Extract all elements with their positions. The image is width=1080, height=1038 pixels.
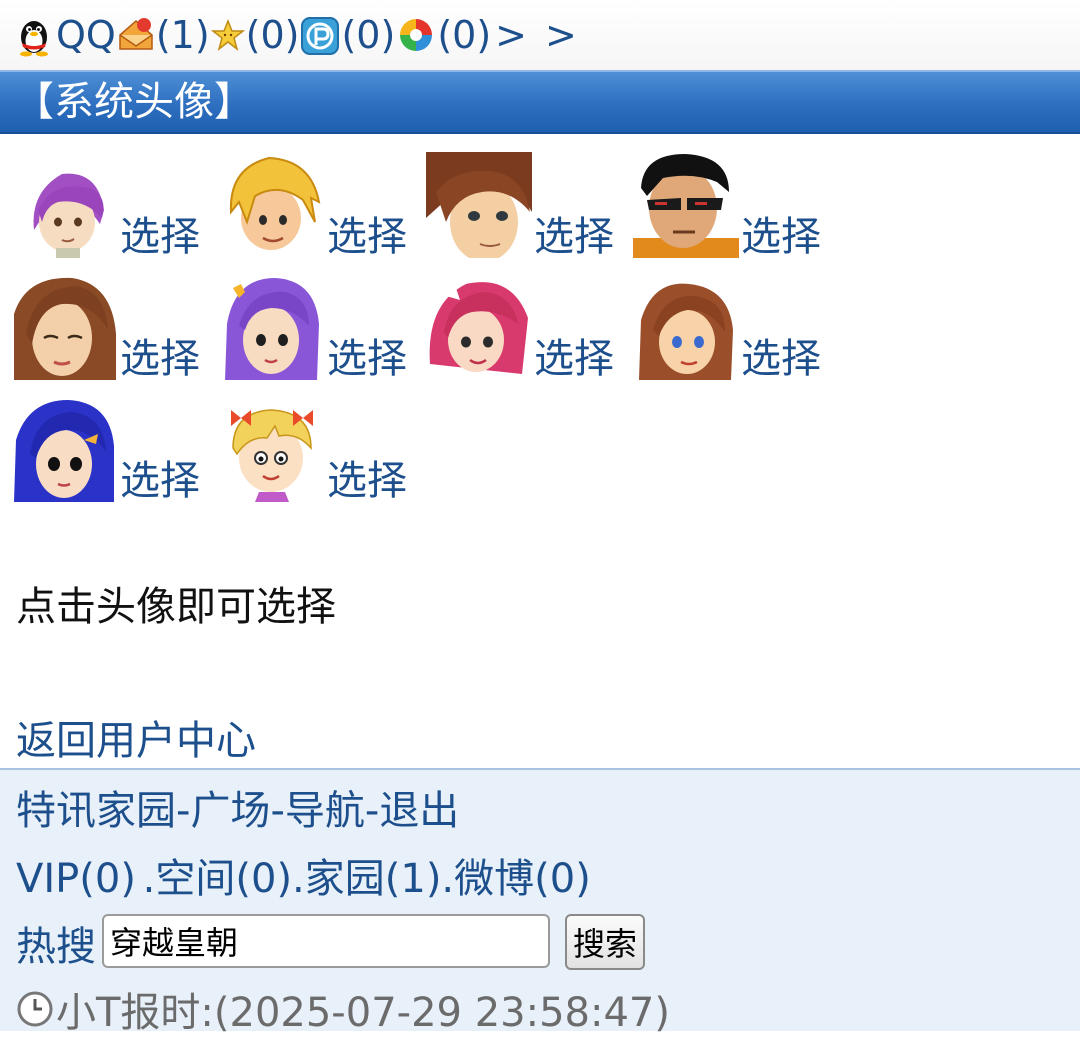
avatar-row: 选择 选择 xyxy=(12,380,912,504)
boy-brown-hair-avatar[interactable] xyxy=(426,152,532,258)
avatar-option: 选择 xyxy=(12,152,219,260)
avatar-option: 选择 xyxy=(426,152,633,260)
nav-logout-link[interactable]: 退出 xyxy=(379,788,459,834)
section-title: 【系统头像】 xyxy=(14,79,254,125)
nav-home-link[interactable]: 特讯家园 xyxy=(16,788,176,834)
girl-pink-hair-avatar[interactable] xyxy=(426,274,532,380)
avatar-option: 选择 xyxy=(219,396,426,504)
girl-auburn-hair-avatar[interactable] xyxy=(633,274,739,380)
footer-counts: VIP(0) .空间(0).家园(1).微博(0) xyxy=(16,846,591,904)
select-avatar-1[interactable]: 选择 xyxy=(120,214,200,260)
select-avatar-5[interactable]: 选择 xyxy=(120,336,200,382)
colorful-app-icon[interactable] xyxy=(395,13,437,57)
more-link-2[interactable]: > xyxy=(545,13,577,57)
space-link[interactable]: .空间(0) xyxy=(143,856,292,902)
kid-blond-bows-avatar[interactable] xyxy=(219,396,325,502)
avatar-row: 选择 选择 选择 选择 xyxy=(12,136,912,260)
select-avatar-3[interactable]: 选择 xyxy=(534,214,614,260)
select-avatar-6[interactable]: 选择 xyxy=(327,336,407,382)
nav-square-link[interactable]: 广场 xyxy=(190,788,270,834)
nav-guide-link[interactable]: 导航 xyxy=(285,788,365,834)
boy-purple-hair-avatar[interactable] xyxy=(12,152,118,258)
select-avatar-9[interactable]: 选择 xyxy=(120,458,200,504)
search-button[interactable]: 搜索 xyxy=(565,914,645,970)
nav-separator: - xyxy=(176,788,191,834)
top-status-bar: QQ (1) (0) (0) (0) > > xyxy=(0,0,1080,70)
avatar-row: 选择 选择 选择 选择 xyxy=(12,258,912,382)
favorites-count[interactable]: (0) xyxy=(246,13,300,57)
nav-separator: - xyxy=(364,788,380,834)
select-avatar-7[interactable]: 选择 xyxy=(534,336,614,382)
avatar-option: 选择 xyxy=(12,396,219,504)
app-count[interactable]: (0) xyxy=(437,13,491,57)
weibo-link[interactable]: .微博(0) xyxy=(441,856,590,902)
section-title-bar: 【系统头像】 xyxy=(0,70,1080,134)
hot-search-input[interactable] xyxy=(102,914,550,968)
home-link[interactable]: .家园(1) xyxy=(292,856,441,902)
avatar-option: 选择 xyxy=(219,152,426,260)
avatar-option: 选择 xyxy=(426,274,633,382)
boy-blond-hair-avatar[interactable] xyxy=(219,152,325,258)
select-avatar-2[interactable]: 选择 xyxy=(327,214,407,260)
clock-icon xyxy=(16,990,54,1028)
clock-row: 小T报时:(2025-07-29 23:58:47) xyxy=(16,980,670,1038)
more-link-1[interactable]: > xyxy=(495,13,527,57)
avatar-grid: 选择 选择 选择 选择 选择 选择 选择 选择 选择 选择 xyxy=(12,136,912,504)
boy-sunglasses-avatar[interactable] xyxy=(633,152,739,258)
qq-brand-link[interactable]: QQ xyxy=(56,13,116,57)
avatar-option: 选择 xyxy=(219,274,426,382)
space-count[interactable]: (0) xyxy=(341,13,395,57)
vip-link[interactable]: VIP(0) xyxy=(16,856,136,902)
select-avatar-8[interactable]: 选择 xyxy=(741,336,821,382)
mail-count[interactable]: (1) xyxy=(156,13,210,57)
girl-brown-hair-avatar[interactable] xyxy=(12,274,118,380)
clock-text: 小T报时:(2025-07-29 23:58:47) xyxy=(56,990,670,1036)
star-icon[interactable] xyxy=(210,13,246,57)
select-avatar-10[interactable]: 选择 xyxy=(327,458,407,504)
selection-hint: 点击头像即可选择 xyxy=(16,584,336,630)
girl-blue-hair-avatar[interactable] xyxy=(12,396,118,502)
nav-separator: - xyxy=(270,788,285,834)
mail-icon[interactable] xyxy=(116,13,156,57)
qq-penguin-icon[interactable] xyxy=(12,13,56,57)
girl-purple-hair-avatar[interactable] xyxy=(219,274,325,380)
hot-search-label: 热搜 xyxy=(16,924,96,970)
footer: 特讯家园-广场-导航-退出 VIP(0) .空间(0).家园(1).微博(0) … xyxy=(0,768,1080,1036)
footer-nav: 特讯家园-广场-导航-退出 xyxy=(16,778,459,836)
avatar-option: 选择 xyxy=(12,274,219,382)
qzone-p-icon[interactable] xyxy=(299,13,341,57)
avatar-option: 选择 xyxy=(633,274,840,382)
avatar-option: 选择 xyxy=(633,152,840,260)
select-avatar-4[interactable]: 选择 xyxy=(741,214,821,260)
back-to-user-center-link[interactable]: 返回用户中心 xyxy=(16,708,256,766)
